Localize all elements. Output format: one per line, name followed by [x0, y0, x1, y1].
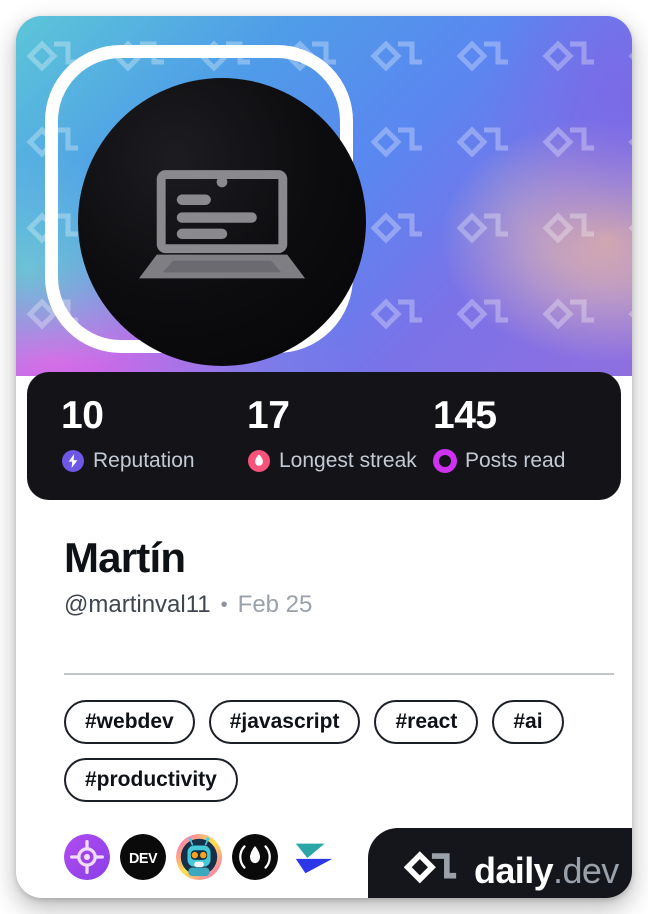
stat-posts-read: 145 Posts read — [433, 394, 619, 500]
identity-block: Martín @martinval11 • Feb 25 — [64, 532, 604, 620]
join-date: Feb 25 — [237, 591, 313, 618]
tag-list: #webdev #javascript #react #ai #producti… — [64, 700, 609, 802]
robot-avatar-icon[interactable] — [176, 834, 222, 880]
stat-label-row: Longest streak — [247, 448, 433, 473]
stat-reputation: 10 Reputation — [61, 394, 247, 500]
stat-value: 145 — [433, 394, 497, 437]
tag-ai[interactable]: #ai — [492, 700, 564, 744]
tag-react[interactable]: #react — [374, 700, 479, 744]
badge-word-main: daily — [474, 850, 554, 891]
dev-to-icon[interactable]: DEV — [120, 834, 166, 880]
stats-bar: 10 Reputation 17 Longest streak 145 Post… — [27, 372, 621, 500]
badge-text: daily.dev — [474, 850, 619, 892]
daily-dev-logo-icon — [404, 851, 457, 884]
stat-longest-streak: 17 Longest streak — [247, 394, 433, 500]
user-meta: @martinval11 • Feb 25 — [64, 590, 604, 620]
avatar-ring — [45, 45, 366, 366]
user-name: Martín — [64, 534, 186, 581]
bolt-icon — [62, 449, 84, 472]
laptop-icon — [138, 170, 306, 279]
tag-javascript[interactable]: #javascript — [208, 700, 361, 744]
stat-label: Reputation — [93, 449, 195, 472]
svg-text:DEV: DEV — [129, 851, 158, 867]
source-list: DEV — [64, 834, 342, 880]
target-crosshair-icon[interactable] — [64, 834, 110, 880]
stat-label: Longest streak — [279, 449, 417, 472]
stat-label: Posts read — [465, 449, 566, 472]
stat-label-row: Reputation — [61, 448, 247, 473]
badge-word-suffix: .dev — [553, 850, 619, 891]
tag-webdev[interactable]: #webdev — [64, 700, 195, 744]
user-handle: @martinval11 — [64, 591, 211, 618]
meta-separator: • — [220, 594, 228, 616]
stat-value: 17 — [247, 394, 290, 437]
cover-image — [16, 16, 632, 376]
avatar[interactable] — [78, 78, 366, 366]
daily-dev-badge: daily.dev — [368, 828, 632, 898]
send-arrow-icon[interactable] — [288, 834, 342, 880]
stat-value: 10 — [61, 394, 104, 437]
stat-label-row: Posts read — [433, 448, 619, 473]
flame-icon — [248, 449, 270, 472]
devcard-screenshot: 10 Reputation 17 Longest streak 145 Post… — [0, 0, 648, 914]
section-divider — [64, 673, 614, 675]
ring-icon — [433, 448, 457, 473]
tag-productivity[interactable]: #productivity — [64, 758, 238, 802]
flame-circle-icon[interactable] — [232, 834, 278, 880]
devcard[interactable]: 10 Reputation 17 Longest streak 145 Post… — [16, 16, 632, 898]
